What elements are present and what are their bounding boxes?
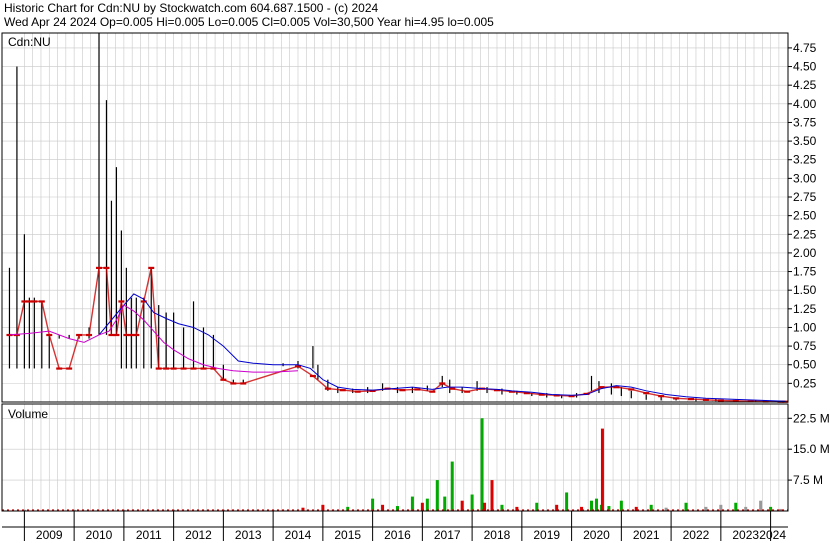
volume-grid <box>2 404 788 511</box>
price-y-tick-label: 3.25 <box>793 153 817 167</box>
chart-labels: 0.25 0.50 0.75 1.00 1.25 1.50 1.75 2.00 2.25 2.50… <box>8 35 830 542</box>
price-y-tick-label: 2.25 <box>793 227 817 241</box>
x-axis-year-label: 2023 <box>732 528 759 542</box>
volume-bar <box>470 494 474 511</box>
x-axis-year-label: 2011 <box>136 528 162 542</box>
price-y-tick-label: 4.00 <box>793 97 817 111</box>
price-y-tick-label: 4.75 <box>793 41 817 55</box>
moving-average-line <box>9 304 299 373</box>
x-axis-year-label: 2013 <box>235 528 262 542</box>
volume-bar <box>704 506 708 511</box>
price-y-tick-label: 4.25 <box>793 78 817 92</box>
stockwatch-historic-chart: Historic Chart for Cdn:NU by Stockwatch.… <box>0 0 830 543</box>
x-axis-year-label: 2020 <box>583 528 610 542</box>
x-axis-year-label: 2022 <box>683 528 710 542</box>
price-y-tick-label: 0.50 <box>793 358 817 372</box>
volume-bar <box>759 500 763 511</box>
price-y-tick-label: 2.75 <box>793 190 817 204</box>
volume-y-tick-label: 7.5 M <box>793 473 823 487</box>
volume-bar <box>734 502 738 511</box>
volume-bar <box>443 496 447 511</box>
price-y-tick-label: 3.00 <box>793 171 817 185</box>
x-axis-year-label: 2017 <box>434 528 461 542</box>
price-y-tick-label: 2.00 <box>793 246 817 260</box>
x-axis-year-label: 2012 <box>185 528 212 542</box>
price-grid <box>2 33 788 402</box>
volume-bar <box>410 496 414 511</box>
x-axis-year-label: 2014 <box>285 528 312 542</box>
chart-canvas: 0.25 0.50 0.75 1.00 1.25 1.50 1.75 2.00 2.25 2.50… <box>1 32 830 542</box>
price-y-tick-label: 1.00 <box>793 320 817 334</box>
price-y-tick-label: 1.75 <box>793 265 817 279</box>
volume-y-tick-label: 15.0 M <box>793 442 830 456</box>
volume-bar <box>744 506 748 511</box>
price-y-tick-label: 1.50 <box>793 283 817 297</box>
volume-bar <box>719 504 723 511</box>
price-y-tick-label: 0.75 <box>793 339 817 353</box>
price-y-tick-label: 3.50 <box>793 134 817 148</box>
volume-bar <box>435 480 439 511</box>
volume-bar <box>371 498 375 511</box>
volume-bar <box>769 506 773 511</box>
x-axis-year-label: 2018 <box>484 528 511 542</box>
price-y-tick-label: 3.75 <box>793 115 817 129</box>
volume-bar <box>450 461 454 511</box>
volume-panel-frame <box>1 403 789 512</box>
price-y-tick-label: 4.50 <box>793 60 817 74</box>
volume-y-tick-label: 22.5 M <box>793 411 830 425</box>
volume-bar <box>565 492 569 511</box>
price-y-tick-label: 1.25 <box>793 302 817 316</box>
volume-bar <box>480 418 484 511</box>
x-axis-year-label: 2015 <box>334 528 361 542</box>
x-axis-year-label: 2010 <box>86 528 113 542</box>
chart-axes <box>1 32 792 541</box>
x-axis-year-label: 2019 <box>533 528 560 542</box>
x-axis-year-label: 2016 <box>384 528 411 542</box>
x-axis-year-label: 2009 <box>36 528 63 542</box>
volume-series <box>2 418 788 511</box>
volume-bar <box>425 498 429 511</box>
x-axis-year-label: 2024 <box>759 528 786 542</box>
price-panel-frame <box>1 32 789 403</box>
volume-bar <box>490 480 494 511</box>
price-panel-title: Cdn:NU <box>8 35 51 49</box>
volume-bar <box>600 428 604 511</box>
volume-bar <box>594 498 598 511</box>
price-y-tick-label: 0.25 <box>793 376 817 390</box>
price-y-tick-label: 2.50 <box>793 209 817 223</box>
volume-panel-title: Volume <box>8 407 48 421</box>
x-axis-year-label: 2021 <box>633 528 660 542</box>
